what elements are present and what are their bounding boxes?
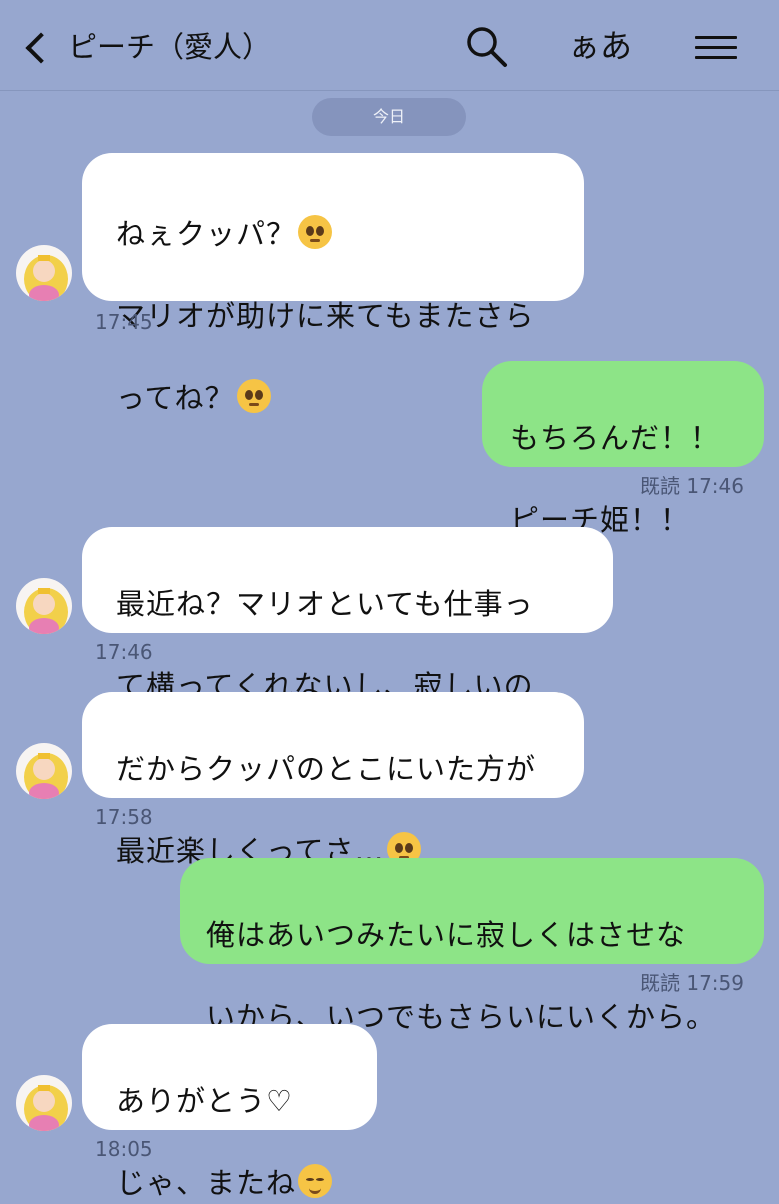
message-time: 17:45	[95, 310, 153, 334]
avatar[interactable]	[16, 245, 72, 301]
message-text: 最近ね？マリオといても仕事っ	[116, 587, 534, 621]
avatar[interactable]	[16, 578, 72, 634]
message-text: マリオが助けに来てもまたさら	[116, 299, 535, 333]
back-arrow-icon[interactable]	[25, 32, 57, 64]
message-text: ってね？	[116, 381, 235, 415]
message-time: 17:59	[686, 971, 744, 995]
message-bubble: もちろんだ！！ ピーチ姫！！	[482, 361, 764, 537]
menu-icon[interactable]	[695, 36, 737, 62]
chat-title[interactable]: ピーチ（愛人）	[68, 28, 271, 66]
date-separator: 今日	[312, 98, 466, 136]
message-time: 18:05	[95, 1137, 153, 1161]
message-bubble: ねぇクッパ？ マリオが助けに来てもまたさら ってね？	[82, 153, 584, 415]
avatar[interactable]	[16, 743, 72, 799]
search-icon[interactable]	[464, 24, 508, 68]
read-receipt: 既読	[640, 474, 680, 498]
message-time: 17:46	[95, 640, 153, 664]
message-bubble: 最近ね？マリオといても仕事っ て構ってくれないし、寂しいの…	[82, 527, 613, 703]
message-read-time: 既読 17:59	[600, 971, 744, 995]
message-text: だからクッパのとこにいた方が	[116, 752, 537, 786]
message-read-time: 既読 17:46	[600, 474, 744, 498]
pleading-face-emoji-icon	[236, 379, 271, 413]
message-time: 17:46	[686, 474, 744, 498]
pleading-face-emoji-icon	[298, 215, 333, 249]
message-bubble: 俺はあいつみたいに寂しくはさせな いから、いつでもさらいにいくから。	[180, 858, 764, 1034]
message-bubble: ありがとう♡ じゃ、またね	[82, 1024, 377, 1200]
chat-header: ピーチ（愛人） ぁあ	[0, 0, 779, 91]
relieved-face-emoji-icon	[298, 1164, 333, 1198]
avatar[interactable]	[16, 1075, 72, 1131]
message-bubble: だからクッパのとこにいた方が 最近楽しくってさ…	[82, 692, 584, 868]
read-receipt: 既読	[640, 971, 680, 995]
message-text: 俺はあいつみたいに寂しくはさせな	[206, 918, 687, 952]
message-text: もちろんだ！！	[510, 421, 721, 455]
message-text: ありがとう♡	[116, 1084, 293, 1118]
message-text: じゃ、またね	[116, 1166, 297, 1200]
message-time: 17:58	[95, 805, 153, 829]
font-size-button[interactable]: ぁあ	[568, 26, 632, 66]
message-text: ねぇクッパ？	[116, 217, 297, 251]
